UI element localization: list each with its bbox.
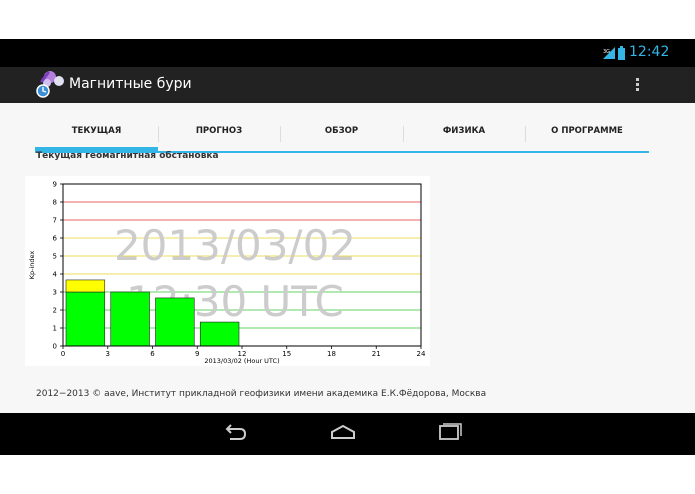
x-tick-label: 3 [106,350,110,358]
tab-label: О ПРОГРАММЕ [551,126,623,136]
y-tick-label: 4 [53,271,58,279]
x-tick-label: 0 [61,350,65,358]
content-area: ТЕКУЩАЯ ПРОГНОЗ ОБЗОР ФИЗИКА О ПРОГРАММЕ… [0,103,695,413]
top-margin [0,0,695,39]
tab-about[interactable]: О ПРОГРАММЕ [525,118,649,149]
battery-icon [618,46,625,60]
y-tick-label: 2 [53,307,57,315]
y-tick-label: 3 [53,289,57,297]
x-tick-label: 15 [282,350,291,358]
y-tick-label: 1 [53,325,57,333]
y-tick-label: 9 [53,181,57,189]
x-tick-label: 9 [195,350,199,358]
tab-forecast[interactable]: ПРОГНОЗ [158,118,280,149]
network-type-label: 3G [603,49,610,55]
x-tick-label: 6 [150,350,155,358]
clock: 12:42 [629,44,670,60]
y-tick-label: 5 [53,253,57,261]
kp-bar [155,297,195,347]
bottom-margin [0,455,695,494]
kp-bar [110,291,150,347]
y-tick-label: 7 [53,217,57,225]
x-tick-label: 24 [417,350,426,358]
y-tick-label: 0 [53,343,57,351]
x-tick-label: 18 [327,350,336,358]
app-logo-icon[interactable] [34,67,68,101]
y-tick-label: 6 [53,235,58,243]
copyright-footer: 2012−2013 © aave, Институт прикладной ге… [36,389,487,399]
watermark-date: 2013/03/02 [114,221,356,270]
status-bar: 3G 12:42 [0,39,695,67]
tab-current[interactable]: ТЕКУЩАЯ [35,118,158,151]
back-icon[interactable] [222,422,248,444]
y-axis-label: Kp-index [28,251,36,280]
action-bar: Магнитные бури [0,67,695,103]
tab-label: ТЕКУЩАЯ [71,126,122,136]
tab-label: ОБЗОР [324,126,359,136]
navigation-bar [0,413,695,455]
x-axis-label: 2013/03/02 (Hour UTC) [204,357,279,365]
tab-label: ФИЗИКА [442,126,486,136]
section-title: Текущая геомагнитная обстановка [36,151,219,161]
recent-apps-icon[interactable] [437,422,463,444]
tab-label: ПРОГНОЗ [195,126,243,136]
tab-overview[interactable]: ОБЗОР [280,118,403,149]
kp-bar [199,321,240,347]
tab-bar: ТЕКУЩАЯ ПРОГНОЗ ОБЗОР ФИЗИКА О ПРОГРАММЕ [35,118,649,153]
kp-bar-segment [65,279,106,293]
tab-physics[interactable]: ФИЗИКА [403,118,525,149]
signal-icon: 3G [603,47,615,59]
y-tick-label: 8 [53,199,57,207]
kp-index-chart: 2013/03/02 12:30 UTC 0123456789 0 3 6 9 12 15… [25,176,430,366]
home-icon[interactable] [330,422,356,444]
app-title: Магнитные бури [69,76,192,92]
x-tick-label: 21 [372,350,381,358]
kp-bar [65,291,106,347]
overflow-menu-icon[interactable] [634,76,642,94]
